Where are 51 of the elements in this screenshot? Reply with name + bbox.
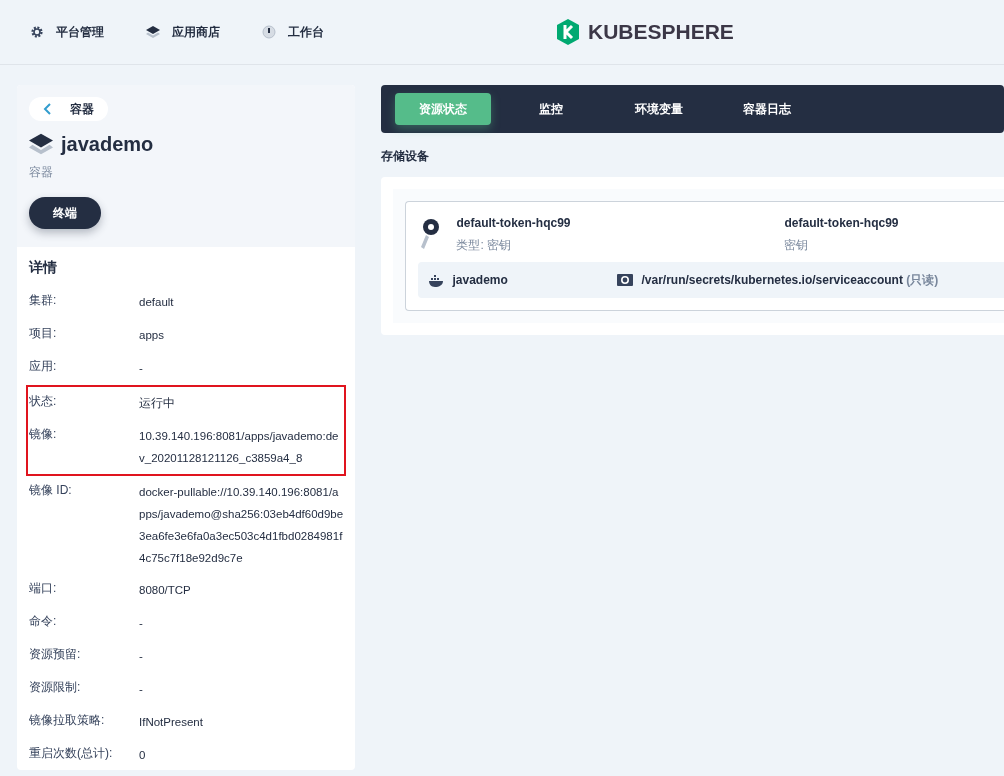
mount-container: javademo <box>452 271 618 289</box>
back-button[interactable]: 容器 <box>29 97 108 121</box>
detail-label: 资源限制: <box>29 679 82 696</box>
layers-icon <box>146 25 160 39</box>
logo-icon <box>556 19 580 45</box>
detail-label: 镜像 ID: <box>29 482 73 499</box>
detail-label: 应用: <box>29 358 58 375</box>
nav-item[interactable]: 平台管理 <box>30 23 104 41</box>
detail-value: 0 <box>139 748 147 763</box>
dial-icon <box>262 25 276 39</box>
mount-path: /var/run/secrets/kubernetes.io/serviceaccount (只读) <box>641 272 939 289</box>
chevron-left-icon <box>43 103 52 115</box>
logo-text: KUBESPHERE <box>588 19 734 46</box>
detail-value: - <box>139 649 144 664</box>
volume-type: 类型: 密钥 <box>456 237 513 254</box>
detail-label: 状态: <box>29 393 58 410</box>
detail-label: 项目: <box>29 325 58 342</box>
detail-value: 运行中 <box>139 396 176 411</box>
nav-item[interactable]: 应用商店 <box>146 23 220 41</box>
detail-label: 命令: <box>29 613 58 630</box>
section-title: 详情 <box>29 258 58 277</box>
container-name: javademo <box>61 132 154 157</box>
nav-item[interactable]: 工作台 <box>262 23 324 41</box>
section-title: 存储设备 <box>381 148 431 165</box>
detail-value: - <box>139 616 144 631</box>
tab[interactable]: 容器日志 <box>719 93 816 125</box>
terminal-button[interactable]: 终端 <box>29 197 101 229</box>
tab[interactable]: 环境变量 <box>611 93 708 125</box>
detail-label: 镜像拉取策略: <box>29 712 106 729</box>
detail-value: 8080/TCP <box>139 583 192 598</box>
detail-label: 集群: <box>29 292 58 309</box>
secret-name: default-token-hqc99 <box>784 215 899 232</box>
detail-value: - <box>139 361 144 376</box>
detail-label: 资源预留: <box>29 646 82 663</box>
detail-value: IfNotPresent <box>139 715 204 730</box>
gear-icon <box>30 25 44 39</box>
tab[interactable]: 监控 <box>503 93 600 125</box>
container-type: 容器 <box>29 164 54 181</box>
detail-label: 端口: <box>29 580 58 597</box>
key-icon <box>418 217 441 251</box>
detail-label: 重启次数(总计): <box>29 745 114 762</box>
volume-name: default-token-hqc99 <box>456 215 572 232</box>
detail-value: apps <box>139 328 165 343</box>
secret-type: 密钥 <box>784 237 810 254</box>
detail-value: default <box>139 295 175 310</box>
whale-icon <box>428 272 445 288</box>
detail-value: 10.39.140.196:8081/apps/javademo:dev_20201128121126_c3859a4_8 <box>139 429 340 466</box>
detail-value: docker-pullable://10.39.140.196:8081/apps/javademo@sha256:03eb4df60d9be3ea6fe3e6fa0a3ec503c4d1fbd0284981f4c75c7f18e92d9c7e <box>139 485 344 566</box>
layers-icon <box>29 132 53 156</box>
detail-label: 镜像: <box>29 426 58 443</box>
detail-value: - <box>139 682 144 697</box>
